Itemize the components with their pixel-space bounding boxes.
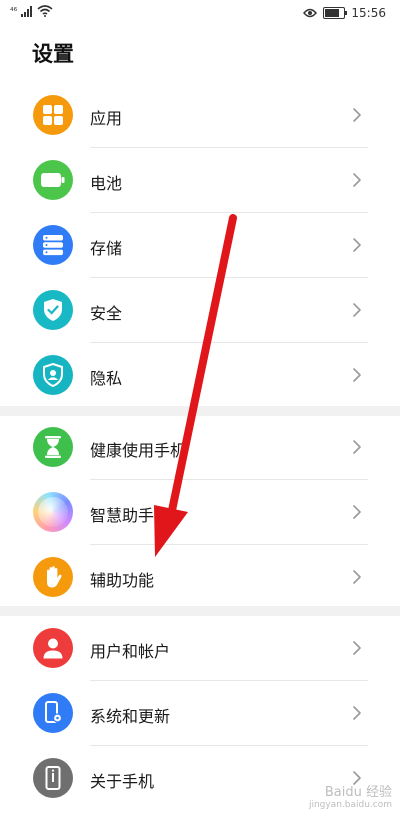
watermark: Baidu 经验 jingyan.baidu.com	[309, 781, 392, 810]
wifi-icon	[37, 5, 53, 17]
page-title: 设置	[32, 42, 74, 66]
settings-item-digital-balance[interactable]: 健康使用手机	[0, 415, 400, 480]
chevron-right-icon	[348, 301, 366, 319]
apps-grid-icon	[33, 95, 73, 135]
hand-icon	[33, 557, 73, 597]
privacy-shield-icon	[33, 355, 73, 395]
chevron-right-icon	[348, 366, 366, 384]
settings-item-system[interactable]: 系统和更新	[0, 681, 400, 746]
settings-item-label: 辅助功能	[90, 571, 155, 590]
settings-item-privacy[interactable]: 隐私	[0, 343, 400, 408]
settings-item-accessibility[interactable]: 辅助功能	[0, 545, 400, 610]
settings-item-label: 电池	[90, 174, 123, 193]
eye-icon	[303, 8, 318, 18]
chevron-right-icon	[348, 639, 366, 657]
battery-fill	[325, 9, 340, 17]
settings-item-label: 智慧助手	[90, 506, 155, 525]
settings-item-security[interactable]: 安全	[0, 278, 400, 343]
settings-item-label: 系统和更新	[90, 707, 171, 726]
settings-item-storage[interactable]: 存储	[0, 213, 400, 278]
settings-item-apps[interactable]: 应用	[0, 83, 400, 148]
watermark-sub: jingyan.baidu.com	[308, 800, 392, 810]
chevron-right-icon	[348, 171, 366, 189]
settings-item-label: 安全	[90, 304, 123, 323]
settings-group: 应用电池存储安全隐私	[0, 83, 400, 408]
settings-group: 健康使用手机 智慧助手辅助功能	[0, 415, 400, 610]
phone-info-icon	[33, 758, 73, 798]
status-time: 15:56	[351, 6, 386, 20]
storage-icon	[33, 225, 73, 265]
shield-check-icon	[33, 290, 73, 330]
user-icon	[33, 628, 73, 668]
chevron-right-icon	[348, 438, 366, 456]
battery-icon	[323, 7, 348, 19]
status-bar: ⁴⁶ 15:56	[0, 0, 400, 26]
phone-settings-icon	[33, 693, 73, 733]
settings-item-battery[interactable]: 电池	[0, 148, 400, 213]
settings-item-label: 应用	[90, 109, 123, 128]
chevron-right-icon	[348, 106, 366, 124]
settings-item-users[interactable]: 用户和帐户	[0, 616, 400, 681]
settings-item-label: 存储	[90, 239, 123, 258]
assistant-orb-icon	[33, 492, 73, 532]
battery-icon	[33, 160, 73, 200]
chevron-right-icon	[348, 503, 366, 521]
settings-item-label: 用户和帐户	[90, 642, 171, 661]
chevron-right-icon	[348, 236, 366, 254]
settings-item-label: 隐私	[90, 369, 123, 388]
signal-icon	[21, 6, 33, 17]
signal-label: ⁴⁶	[10, 7, 18, 17]
hourglass-icon	[33, 427, 73, 467]
watermark-text: Baidu 经验	[324, 785, 392, 800]
settings-item-label: 健康使用手机	[90, 441, 187, 460]
settings-item-label: 关于手机	[90, 772, 155, 791]
chevron-right-icon	[348, 704, 366, 722]
settings-item-assistant[interactable]: 智慧助手	[0, 480, 400, 545]
chevron-right-icon	[348, 568, 366, 586]
